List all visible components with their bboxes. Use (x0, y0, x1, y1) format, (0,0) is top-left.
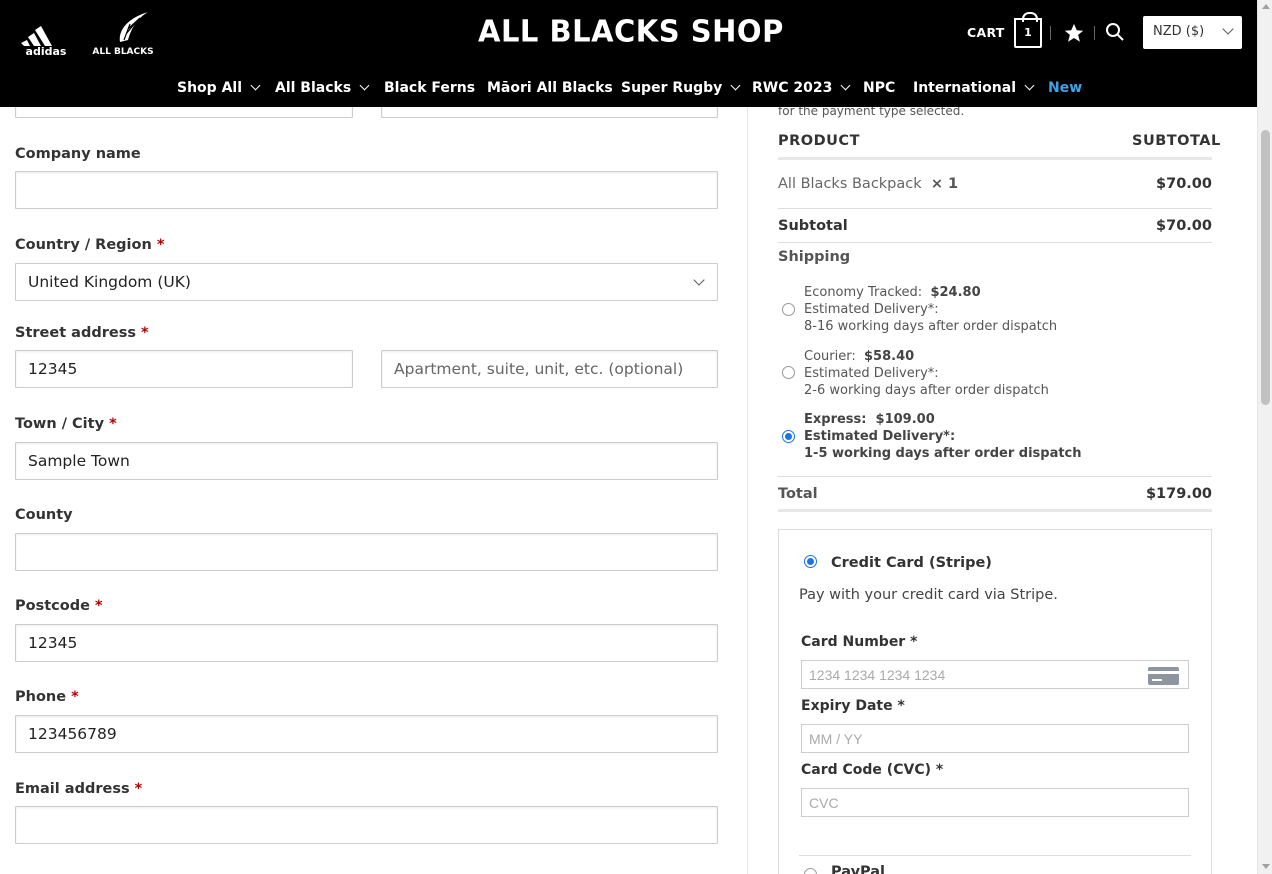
town-input[interactable]: Sample Town (15, 442, 718, 480)
adidas-wordmark: adidas (26, 45, 67, 56)
divider (778, 509, 1212, 512)
street-input[interactable]: 12345 (15, 350, 353, 388)
phone-label: Phone * (15, 689, 79, 705)
postcode-input[interactable]: 12345 (15, 624, 718, 662)
card-number-placeholder: 1234 1234 1234 1234 (809, 667, 946, 683)
shop-title[interactable]: ALL BLACKS SHOP (478, 13, 783, 49)
cart-item-name: All Blacks Backpack × 1 (778, 176, 959, 192)
scroll-up-icon[interactable] (1262, 4, 1270, 9)
divider (778, 476, 1212, 477)
divider (778, 157, 1212, 160)
scrollbar-thumb[interactable] (1261, 130, 1270, 405)
main-nav: Shop All All Blacks Black Ferns Māori Al… (0, 72, 1257, 104)
all-blacks-logo[interactable]: ALL BLACKS (90, 10, 156, 56)
subtotal-label: Subtotal (778, 218, 848, 234)
shipping-option-economy[interactable]: Economy Tracked: $24.80 Estimated Delive… (778, 284, 1212, 336)
header-divider (1094, 26, 1095, 40)
nav-all-blacks[interactable]: All Blacks (275, 80, 370, 96)
chevron-down-icon (840, 80, 851, 91)
all-blacks-wordmark: ALL BLACKS (92, 47, 153, 56)
header-divider (1050, 26, 1051, 40)
divider (778, 208, 1212, 209)
column-divider (747, 100, 748, 874)
stripe-description: Pay with your credit card via Stripe. (799, 587, 1058, 603)
cart-icon[interactable]: 1 (1014, 12, 1042, 48)
county-label: County (15, 507, 73, 523)
chevron-down-icon (693, 274, 705, 286)
nav-maori-all-blacks[interactable]: Māori All Blacks (487, 80, 613, 96)
company-input[interactable] (15, 171, 718, 209)
total-label: Total (778, 486, 818, 502)
shipping-option-courier[interactable]: Courier: $58.40 Estimated Delivery*: 2-6… (778, 348, 1212, 400)
card-number-label: Card Number * (801, 634, 918, 650)
country-select[interactable]: United Kingdom (UK) (15, 263, 718, 301)
page-scrollbar[interactable] (1257, 0, 1272, 874)
divider (799, 855, 1191, 856)
nav-international[interactable]: International (913, 80, 1035, 96)
phone-input[interactable]: 123456789 (15, 715, 718, 753)
cart-item-price: $70.00 (1156, 176, 1212, 192)
county-input[interactable] (15, 533, 718, 571)
cvc-input[interactable]: CVC (801, 788, 1189, 817)
shipping-radio-express[interactable] (782, 430, 795, 443)
scroll-down-icon[interactable] (1262, 864, 1270, 869)
payment-method-stripe[interactable]: Credit Card (Stripe) (831, 555, 992, 571)
total-value: $179.00 (1145, 486, 1212, 502)
adidas-logo[interactable]: adidas (18, 16, 74, 56)
nav-black-ferns[interactable]: Black Ferns (384, 80, 475, 96)
payment-radio-paypal[interactable] (804, 868, 817, 874)
chevron-down-icon (1024, 80, 1035, 91)
shipping-label: Shipping (778, 249, 851, 265)
chevron-down-icon (730, 80, 741, 91)
nav-npc[interactable]: NPC (863, 80, 895, 96)
town-label: Town / City * (15, 416, 117, 432)
col-subtotal: SUBTOTAL (1132, 133, 1221, 149)
shipping-option-express[interactable]: Express: $109.00 Estimated Delivery*: 1-… (778, 411, 1212, 463)
country-value: United Kingdom (UK) (28, 273, 191, 291)
shipping-radio-economy[interactable] (782, 303, 795, 316)
site-header: adidas ALL BLACKS ALL BLACKS SHOP CART 1… (0, 0, 1257, 107)
card-number-input[interactable]: 1234 1234 1234 1234 (801, 660, 1189, 689)
chevron-down-icon (250, 80, 261, 91)
cart-item-qty: × 1 (930, 176, 959, 192)
country-label: Country / Region * (15, 237, 165, 253)
search-icon[interactable] (1105, 22, 1125, 42)
credit-card-icon (1148, 667, 1179, 685)
shipping-radio-courier[interactable] (782, 366, 795, 379)
apartment-input[interactable]: Apartment, suite, unit, etc. (optional) (381, 350, 718, 388)
expiry-label: Expiry Date * (801, 698, 905, 714)
nav-super-rugby[interactable]: Super Rugby (621, 80, 741, 96)
divider (778, 242, 1212, 243)
chevron-down-icon (359, 80, 370, 91)
chevron-down-icon (1222, 23, 1234, 35)
expiry-input[interactable]: MM / YY (801, 724, 1189, 753)
cart-count: 1 (1024, 26, 1032, 39)
payment-radio-stripe[interactable] (804, 555, 817, 568)
subtotal-value: $70.00 (1156, 218, 1212, 234)
col-product: PRODUCT (778, 133, 860, 149)
nav-shop-all[interactable]: Shop All (177, 80, 261, 96)
company-label: Company name (15, 146, 141, 162)
email-input[interactable] (15, 806, 718, 844)
currency-value: NZD ($) (1153, 24, 1205, 39)
currency-select[interactable]: NZD ($) (1143, 16, 1242, 49)
nav-new[interactable]: New (1048, 80, 1082, 96)
street-label: Street address * (15, 325, 149, 341)
star-icon[interactable] (1063, 22, 1085, 44)
cart-label[interactable]: CART (967, 25, 1005, 40)
nav-rwc-2023[interactable]: RWC 2023 (752, 80, 851, 96)
email-label: Email address * (15, 781, 143, 797)
cvc-label: Card Code (CVC) * (801, 762, 944, 778)
payment-method-paypal[interactable]: PayPal (831, 864, 885, 874)
postcode-label: Postcode * (15, 598, 103, 614)
